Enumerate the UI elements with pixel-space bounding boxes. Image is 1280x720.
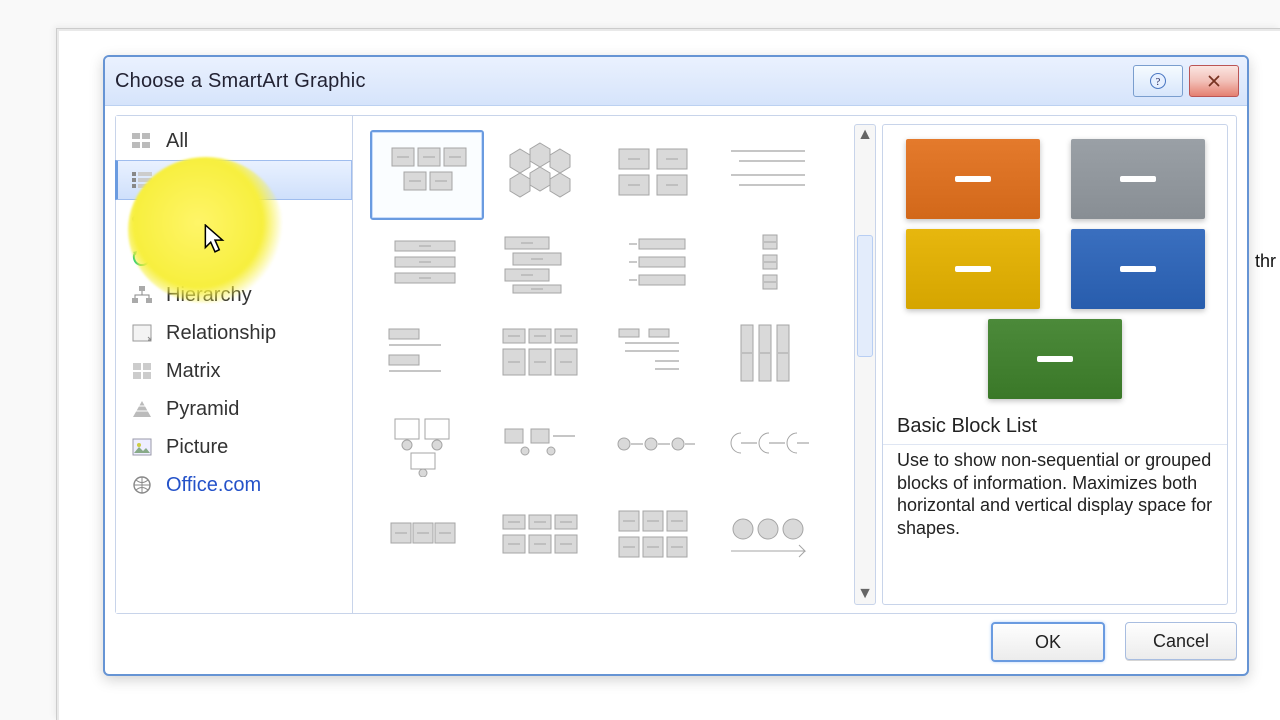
category-label: Office.com	[166, 474, 261, 497]
preview-swatch-1	[906, 139, 1040, 219]
layout-vertical-bullet-list[interactable]	[598, 220, 710, 308]
layout-alternating-hexagons[interactable]	[484, 130, 596, 218]
cycle-icon	[130, 246, 154, 268]
layout-circle-accent-timeline[interactable]	[712, 400, 824, 488]
preview-name: Basic Block List	[883, 409, 1227, 442]
layout-continuous-picture-list[interactable]	[370, 580, 482, 605]
category-list: All List Process Cycle Hierarchy Relationship…	[116, 116, 353, 613]
scroll-down-icon[interactable]: ▼	[856, 584, 874, 604]
cancel-button[interactable]: Cancel	[1125, 622, 1237, 660]
layout-grouped-list[interactable]	[484, 490, 596, 578]
layout-hierarchy-list[interactable]	[598, 310, 710, 398]
matrix-icon	[130, 360, 154, 382]
category-label: All	[166, 130, 188, 153]
category-matrix[interactable]: Matrix	[116, 352, 352, 390]
process-icon	[130, 208, 154, 230]
relationship-icon	[130, 322, 154, 344]
list-icon	[130, 169, 154, 191]
category-hierarchy[interactable]: Hierarchy	[116, 276, 352, 314]
dialog-title: Choose a SmartArt Graphic	[115, 70, 366, 93]
layout-picture-caption-list[interactable]	[598, 130, 710, 218]
category-cycle[interactable]: Cycle	[116, 238, 352, 276]
picture-icon	[130, 436, 154, 458]
preview-swatch-2	[1071, 139, 1205, 219]
category-office-com[interactable]: Office.com	[116, 466, 352, 504]
category-label: Cycle	[166, 246, 216, 269]
category-picture[interactable]: Picture	[116, 428, 352, 466]
help-button[interactable]: ?	[1133, 65, 1183, 97]
dialog-footer: OK Cancel	[115, 622, 1237, 664]
layout-vertical-box-list[interactable]	[484, 220, 596, 308]
category-label: List	[166, 169, 197, 192]
category-list[interactable]: List	[115, 160, 352, 200]
preview-pane: Basic Block List Use to show non-sequent…	[882, 124, 1228, 605]
titlebar: Choose a SmartArt Graphic ?	[105, 57, 1247, 106]
category-label: Process	[166, 208, 238, 231]
layout-chevron-list[interactable]	[370, 490, 482, 578]
category-label: Matrix	[166, 360, 220, 383]
scroll-up-icon[interactable]: ▲	[856, 125, 874, 145]
ok-button[interactable]: OK	[991, 622, 1105, 662]
all-icon	[130, 130, 154, 152]
preview-description: Use to show non-sequential or grouped bl…	[883, 444, 1227, 549]
gallery-scrollbar[interactable]: ▲ ▼	[854, 124, 876, 605]
body-text-fragment: thr	[1255, 251, 1276, 272]
globe-icon	[130, 474, 154, 496]
layout-stacked-bars[interactable]	[370, 220, 482, 308]
layout-grid-list[interactable]	[598, 490, 710, 578]
category-label: Hierarchy	[166, 284, 252, 307]
scroll-track[interactable]	[855, 145, 875, 584]
close-button[interactable]	[1189, 65, 1239, 97]
category-label: Relationship	[166, 322, 276, 345]
category-all[interactable]: All	[116, 122, 352, 160]
category-pyramid[interactable]: Pyramid	[116, 390, 352, 428]
layout-vertical-picture-accent[interactable]	[598, 580, 710, 605]
preview-swatch-3	[906, 229, 1040, 309]
layout-vertical-accent-list[interactable]	[712, 310, 824, 398]
layout-picture-accent-list[interactable]	[370, 400, 482, 488]
layout-basic-block-list[interactable]	[370, 130, 484, 220]
layout-table-list[interactable]	[484, 310, 596, 398]
preview-swatch-5	[988, 319, 1122, 399]
pyramid-icon	[130, 398, 154, 420]
preview-swatch-4	[1071, 229, 1205, 309]
layout-vertical-picture-list[interactable]	[484, 580, 596, 605]
dialog-body: All List Process Cycle Hierarchy Relationship…	[115, 115, 1237, 614]
layout-lined-list[interactable]	[712, 130, 824, 218]
layout-horizontal-picture-list[interactable]	[712, 490, 824, 578]
smartart-dialog: Choose a SmartArt Graphic ? All List Proce…	[103, 55, 1249, 676]
svg-text:?: ?	[1156, 77, 1161, 88]
category-label: Picture	[166, 436, 228, 459]
scroll-thumb[interactable]	[857, 235, 873, 357]
layout-bending-picture-list[interactable]	[484, 400, 596, 488]
layout-vertical-block-list[interactable]	[712, 220, 824, 308]
layout-accent-process[interactable]	[598, 400, 710, 488]
hierarchy-icon	[130, 284, 154, 306]
category-process[interactable]: Process	[116, 200, 352, 238]
layout-tab-list[interactable]	[370, 310, 482, 398]
layout-gallery	[364, 124, 880, 605]
category-label: Pyramid	[166, 398, 239, 421]
layout-horizontal-bullet-list[interactable]	[712, 580, 824, 605]
category-relationship[interactable]: Relationship	[116, 314, 352, 352]
